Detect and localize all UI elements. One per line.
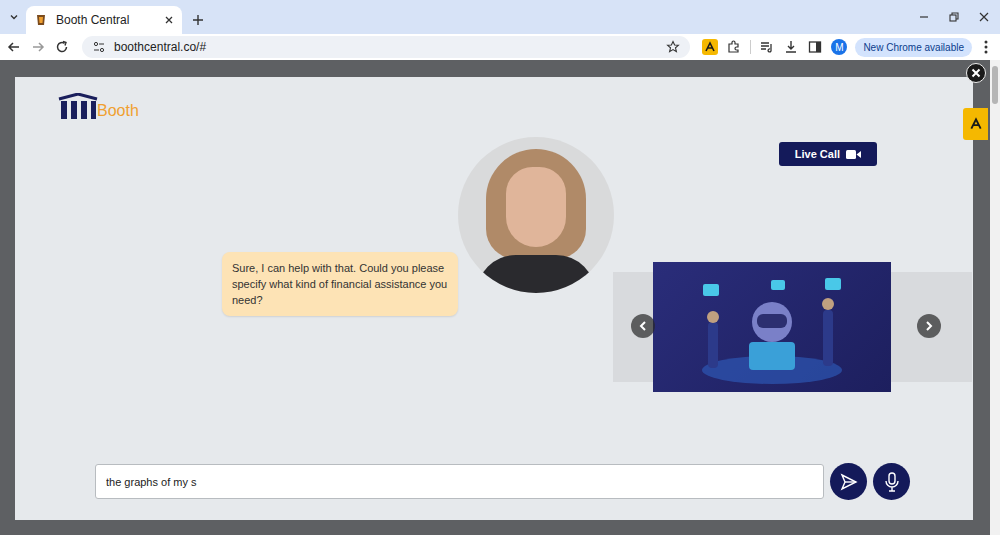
page: Booth Live Call Sure, I can help with th…: [0, 60, 1000, 535]
chevron-right-icon: [923, 320, 935, 332]
profile-avatar[interactable]: M: [831, 39, 847, 55]
extension-logo-icon: [969, 117, 983, 131]
bookmark-star-icon[interactable]: [666, 40, 680, 54]
assistant-message: Sure, I can help with that. Could you pl…: [222, 252, 458, 316]
robot-illustration-icon: [653, 262, 891, 392]
address-bar[interactable]: boothcentral.co/#: [82, 36, 690, 58]
side-panel-icon[interactable]: [807, 39, 823, 55]
forward-arrow-icon[interactable]: [30, 39, 46, 55]
back-arrow-icon[interactable]: [6, 39, 22, 55]
chevron-left-icon: [637, 320, 649, 332]
send-button[interactable]: [830, 463, 867, 500]
microphone-icon: [884, 472, 900, 492]
close-window-icon[interactable]: [978, 11, 990, 23]
tab-search-button[interactable]: [6, 4, 22, 30]
close-tab-icon[interactable]: [164, 15, 174, 25]
logo: Booth: [57, 93, 139, 119]
favicon-icon: [34, 13, 48, 27]
menu-dots-icon[interactable]: [980, 39, 992, 55]
message-input[interactable]: [95, 464, 824, 499]
live-call-label: Live Call: [795, 148, 840, 160]
download-icon[interactable]: [783, 39, 799, 55]
logo-columns-icon: [57, 93, 99, 119]
assistant-avatar: [458, 137, 614, 293]
media-icon[interactable]: [759, 39, 775, 55]
extension-side-tab[interactable]: [963, 108, 988, 140]
carousel-prev-button[interactable]: [631, 314, 655, 338]
chevron-down-icon: [9, 12, 19, 22]
tab-strip: Booth Central: [0, 0, 1000, 34]
close-icon: [971, 68, 981, 78]
extension-logo-icon: [704, 41, 716, 53]
chat-stage: Sure, I can help with that. Could you pl…: [15, 137, 973, 463]
logo-text: Booth: [97, 103, 139, 119]
live-call-button[interactable]: Live Call: [779, 142, 877, 166]
screen: Booth Central boothcentral.co/# M New Ch…: [0, 0, 1000, 535]
restore-icon[interactable]: [948, 11, 960, 23]
minimize-icon[interactable]: [918, 11, 930, 23]
video-camera-icon: [846, 149, 861, 160]
carousel-next-button[interactable]: [917, 314, 941, 338]
overlay: Booth Live Call Sure, I can help with th…: [0, 60, 990, 535]
puzzle-icon[interactable]: [726, 39, 742, 55]
carousel-slide[interactable]: [653, 262, 891, 392]
modal-close-button[interactable]: [966, 63, 986, 83]
toolbar: boothcentral.co/# M New Chrome available: [0, 34, 1000, 60]
new-tab-icon[interactable]: [192, 14, 204, 26]
window-controls: [918, 11, 1000, 23]
modal-header: Booth Live Call: [15, 77, 973, 137]
update-button[interactable]: New Chrome available: [855, 38, 972, 57]
site-info-icon[interactable]: [92, 40, 106, 54]
send-icon: [840, 473, 858, 491]
url-text: boothcentral.co/#: [114, 40, 206, 54]
tab-title: Booth Central: [56, 13, 156, 27]
microphone-button[interactable]: [873, 463, 910, 500]
extension-icon[interactable]: [702, 39, 718, 55]
reload-icon[interactable]: [54, 39, 70, 55]
input-row: [15, 463, 973, 500]
carousel: [613, 262, 972, 392]
assistant-modal: Booth Live Call Sure, I can help with th…: [15, 77, 973, 520]
scrollbar-thumb[interactable]: [992, 66, 998, 104]
browser-tab[interactable]: Booth Central: [26, 6, 182, 34]
scrollbar[interactable]: [990, 60, 1000, 535]
